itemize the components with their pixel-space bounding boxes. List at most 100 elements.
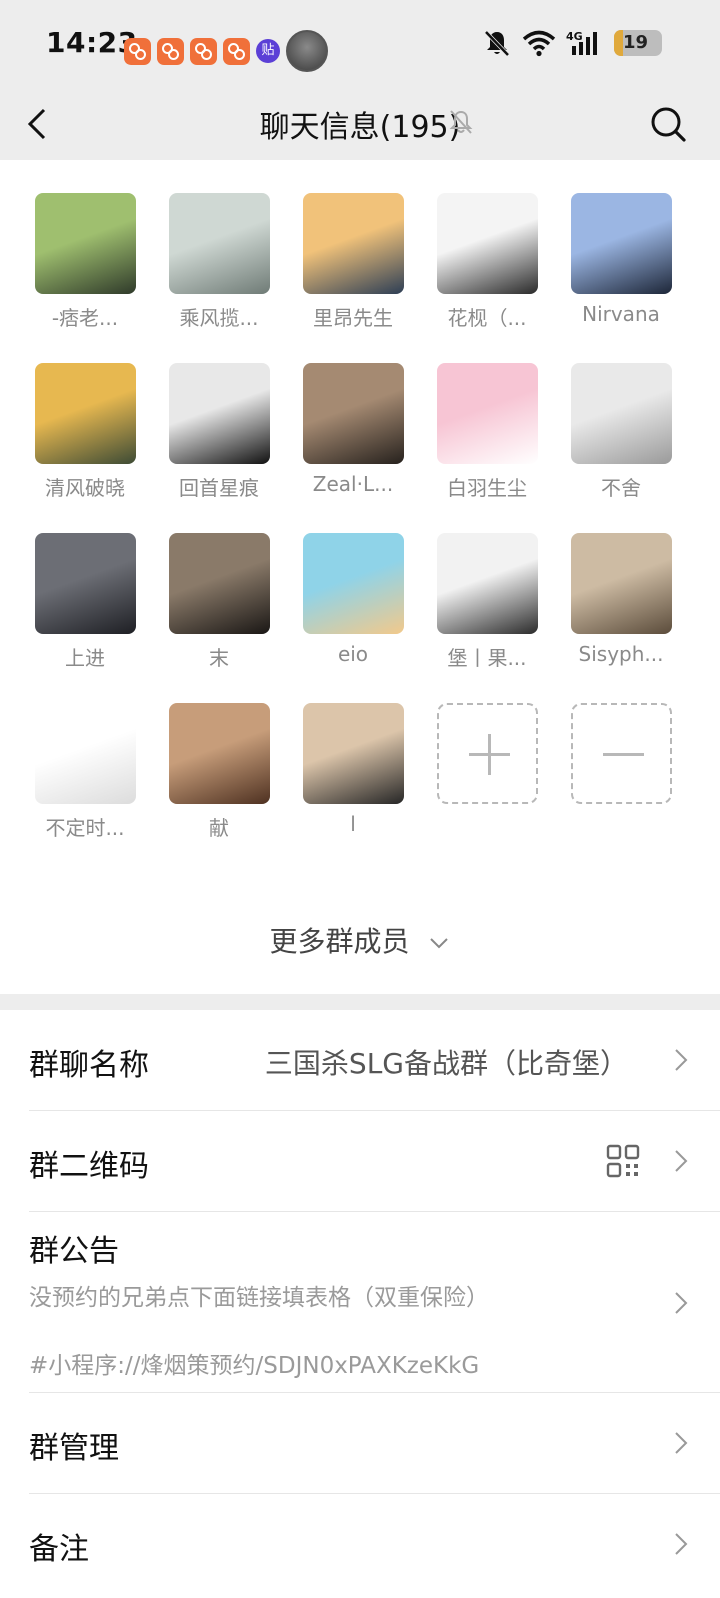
member-tile[interactable]: 白羽生尘: [431, 363, 543, 501]
battery-icon: 19: [614, 30, 662, 56]
kuaishou-app-icon: [223, 37, 250, 65]
kuaishou-app-icon: [124, 37, 151, 65]
mute-bell-icon: [484, 30, 510, 57]
search-icon[interactable]: [642, 96, 696, 152]
tieba-app-icon: 贴: [256, 39, 280, 63]
member-tile[interactable]: 乘风揽...: [163, 193, 275, 331]
chevron-right-icon: [675, 1432, 688, 1454]
member-name: Nirvana: [582, 302, 660, 326]
member-name: 堡丨果...: [447, 646, 527, 670]
group-name-label: 群聊名称: [29, 1048, 149, 1083]
member-tile[interactable]: 里昂先生: [297, 193, 409, 331]
member-name: 清风破晓: [45, 476, 125, 500]
member-avatar: [302, 193, 404, 294]
group-notice-link: #小程序://烽烟策预约/SDJN0xPAXKzeKkG: [29, 1353, 480, 1379]
member-avatar: [570, 363, 672, 464]
member-tile[interactable]: 不舍: [565, 363, 677, 501]
member-avatar: [436, 533, 538, 634]
group-name-value: 三国杀SLG备战群（比奇堡）: [264, 1047, 628, 1080]
member-tile[interactable]: l: [297, 703, 409, 836]
battery-level: 19: [623, 32, 649, 53]
chevron-right-icon: [675, 1150, 688, 1172]
member-name: eio: [337, 642, 369, 666]
group-notice-label: 群公告: [29, 1234, 119, 1269]
kuaishou-app-icon: [190, 37, 217, 65]
notification-icons: 贴: [124, 30, 328, 72]
chevron-right-icon: [675, 1049, 688, 1071]
member-avatar: [436, 363, 538, 464]
member-avatar: [302, 363, 404, 464]
member-name: Sisyph...: [578, 642, 664, 666]
status-avatar-icon: [286, 30, 328, 72]
group-qr-row[interactable]: 群二维码: [0, 1111, 720, 1211]
qr-code-icon: [606, 1144, 640, 1178]
group-notice-row[interactable]: 群公告 没预约的兄弟点下面链接填表格（双重保险） #小程序://烽烟策预约/SD…: [0, 1212, 720, 1400]
plus-icon: [436, 703, 538, 804]
member-name: 白羽生尘: [447, 476, 527, 500]
member-avatar: [302, 533, 404, 634]
member-name: Zeal·L...: [312, 472, 394, 496]
chevron-right-icon: [675, 1292, 688, 1314]
more-members-button[interactable]: 更多群成员: [0, 920, 720, 960]
add-member-button[interactable]: [431, 703, 543, 804]
member-grid: -痞老... 乘风揽... 里昂先生 花枧（... Nirvana 清风破晓 回首星痕 Zea…: [0, 160, 720, 994]
member-name: 献: [209, 816, 229, 840]
member-tile[interactable]: eio: [297, 533, 409, 666]
cellular-signal-icon: 4G: [566, 30, 597, 55]
remark-row[interactable]: 备注: [0, 1494, 720, 1594]
chevron-down-icon: [430, 938, 449, 949]
member-avatar: [570, 533, 672, 634]
page-title: 聊天信息(195): [259, 110, 461, 145]
muted-bell-icon: [449, 110, 473, 134]
wifi-icon: [522, 30, 556, 57]
member-name: -痞老...: [51, 306, 119, 330]
member-avatar: [34, 193, 136, 294]
member-tile[interactable]: 献: [163, 703, 275, 841]
member-name: 不舍: [601, 476, 641, 500]
member-tile[interactable]: 末: [163, 533, 275, 671]
title-bar: 聊天信息(195): [0, 88, 720, 160]
member-name: l: [350, 812, 356, 836]
member-tile[interactable]: -痞老...: [29, 193, 141, 331]
member-avatar: [570, 193, 672, 294]
member-name: 回首星痕: [179, 476, 259, 500]
member-avatar: [34, 363, 136, 464]
member-avatar: [34, 533, 136, 634]
group-name-row[interactable]: 群聊名称 三国杀SLG备战群（比奇堡）: [0, 1010, 720, 1110]
more-members-label: 更多群成员: [269, 925, 410, 958]
group-qr-label: 群二维码: [29, 1149, 149, 1184]
member-avatar: [168, 363, 270, 464]
member-avatar: [34, 703, 136, 804]
member-avatar: [168, 193, 270, 294]
chevron-right-icon: [675, 1533, 688, 1555]
member-tile[interactable]: Sisyph...: [565, 533, 677, 666]
member-name: 末: [209, 646, 229, 670]
member-tile[interactable]: 花枧（...: [431, 193, 543, 331]
member-tile[interactable]: 堡丨果...: [431, 533, 543, 671]
group-manage-row[interactable]: 群管理: [0, 1393, 720, 1493]
member-name: 乘风揽...: [179, 306, 259, 330]
remove-member-button[interactable]: [565, 703, 677, 804]
member-name: 上进: [65, 646, 105, 670]
settings-list: 群聊名称 三国杀SLG备战群（比奇堡） 群二维码 群公告 没预约的兄弟点下面链接…: [0, 1010, 720, 1598]
member-tile[interactable]: Nirvana: [565, 193, 677, 326]
member-tile[interactable]: 回首星痕: [163, 363, 275, 501]
member-name: 花枧（...: [447, 306, 527, 330]
remark-label: 备注: [29, 1532, 89, 1567]
status-bar: 14:23 贴 4G 19: [0, 0, 720, 88]
minus-icon: [570, 703, 672, 804]
svg-text:4G: 4G: [566, 30, 583, 43]
system-status-icons: 4G 19: [482, 28, 662, 58]
group-notice-text: 没预约的兄弟点下面链接填表格（双重保险）: [29, 1285, 489, 1311]
member-tile[interactable]: 上进: [29, 533, 141, 671]
member-avatar: [436, 193, 538, 294]
member-name: 里昂先生: [313, 306, 393, 330]
member-name: 不定时...: [45, 816, 125, 840]
group-manage-label: 群管理: [29, 1431, 119, 1466]
member-tile[interactable]: 清风破晓: [29, 363, 141, 501]
member-tile[interactable]: Zeal·L...: [297, 363, 409, 496]
kuaishou-app-icon: [157, 37, 184, 65]
member-avatar: [168, 703, 270, 804]
member-avatar: [168, 533, 270, 634]
member-tile[interactable]: 不定时...: [29, 703, 141, 841]
